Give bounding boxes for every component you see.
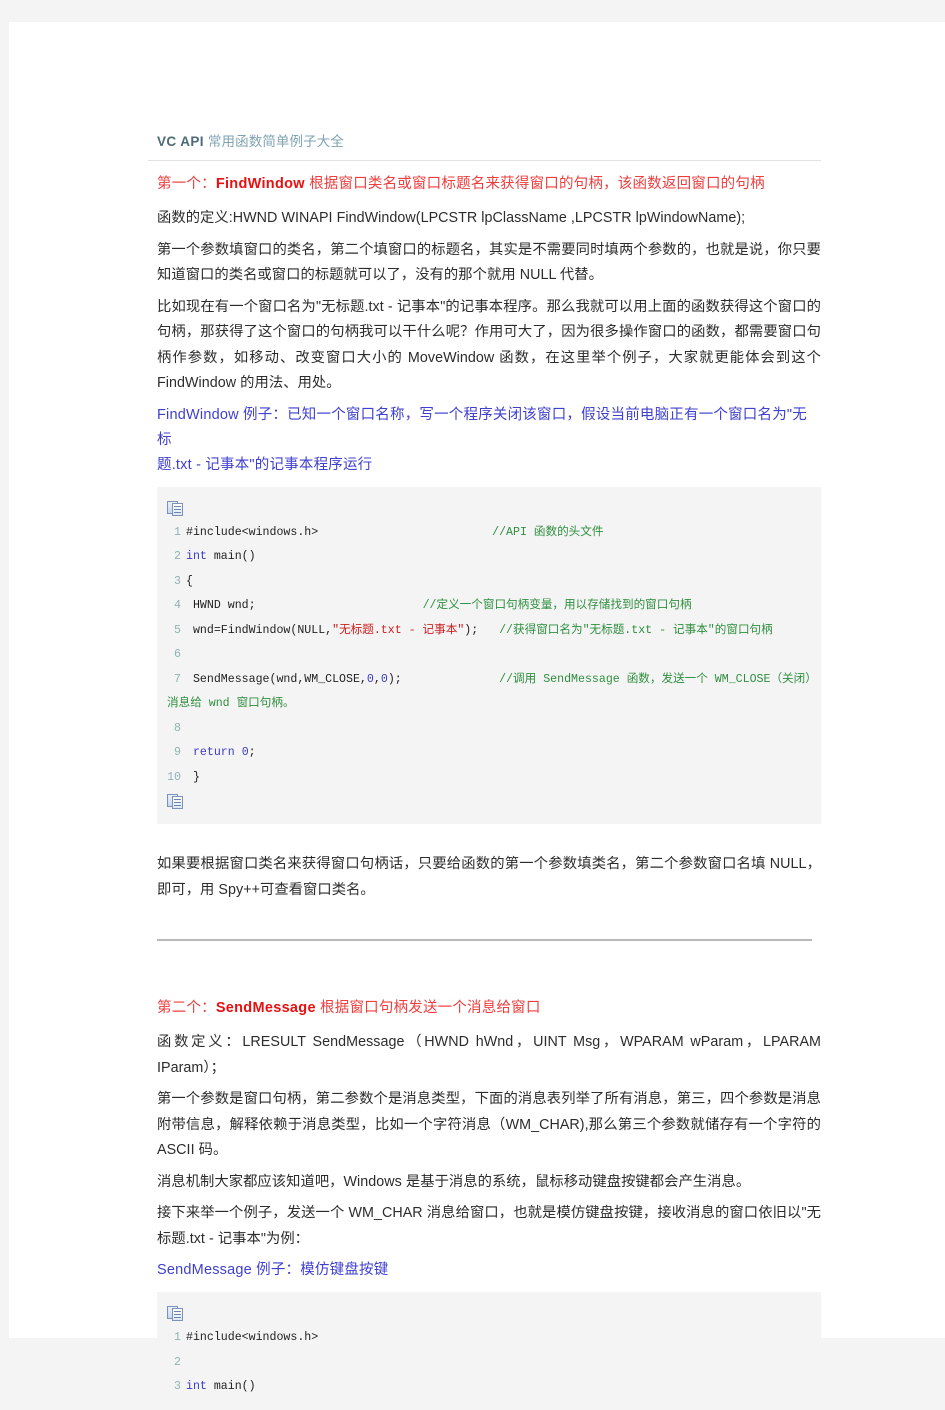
section-heading-api-name: SendMessage: [215, 1000, 316, 1016]
code-line: 2 int main(): [157, 545, 821, 570]
code-line-number: 6: [174, 648, 181, 661]
code-token: 0: [366, 672, 374, 686]
copy-icon: [167, 794, 184, 810]
page-title: VC API 常用函数简单例子大全: [157, 132, 821, 152]
code-line-number: 3: [174, 574, 181, 588]
code-line: 1 #include<windows.h>: [157, 1326, 821, 1351]
code-token: SendMessage(wnd,WM_CLOSE,: [186, 672, 367, 686]
code-token: int: [186, 1380, 207, 1393]
code-line-number: 8: [174, 721, 181, 735]
paragraph-classname-note: 如果要根据窗口类名来获得窗口句柄话，只要给函数的第一个参数填类名，第二个参数窗口…: [157, 856, 821, 898]
paragraph-function-definition: 函数的定义:HWND WINAPI FindWindow(LPCSTR lpCl…: [157, 210, 746, 226]
code-token: return: [192, 746, 235, 759]
section-heading-api-name: FindWindow: [215, 176, 305, 192]
code-line: 6: [157, 643, 821, 668]
section-heading-rest: 根据窗口句柄发送一个消息给窗口: [315, 1000, 541, 1016]
code-line-number: 2: [174, 1355, 181, 1369]
document-content: VC API 常用函数简单例子大全 第一个：FindWindow 根据窗口类名或窗…: [148, 132, 821, 1410]
example-heading-line2: 题.txt - 记事本"的记事本程序运行: [157, 456, 373, 473]
code-line: 8: [157, 717, 821, 742]
paragraph-parameters: 第一个参数填窗口的类名，第二个填窗口的标题名，其实是不需要同时填两个参数的，也就…: [157, 241, 821, 284]
paragraph-sendmessage-definition: 函数定义：LRESULT SendMessage（HWND hWnd，UINT …: [157, 1034, 821, 1076]
code-token: main(): [206, 1380, 256, 1393]
code-line: 5 wnd=FindWindow(NULL,"无标题.txt - 记事本"); …: [157, 619, 821, 644]
code-token: ,: [373, 672, 381, 686]
code-line-number: 3: [174, 1380, 181, 1393]
code-token: "无标题.txt - 记事本": [332, 623, 465, 637]
code-token: );: [464, 623, 500, 637]
code-line-number: 1: [174, 525, 181, 539]
paragraph-wmchar-intro: 接下来举一个例子，发送一个 WM_CHAR 消息给窗口，也就是模仿键盘按键，接收…: [157, 1205, 821, 1247]
section-heading-rest: 根据窗口类名或窗口标题名来获得窗口的句柄，该函数返回窗口的句柄: [304, 176, 765, 192]
code-line: 3 int main(): [157, 1375, 821, 1400]
code-token: {: [186, 574, 193, 588]
paragraph-message-mechanism: 消息机制大家都应该知道吧，Windows 是基于消息的系统，鼠标移动键盘按键都会…: [157, 1173, 751, 1190]
copy-code-top-button[interactable]: [157, 1302, 821, 1326]
code-token: 0: [241, 746, 249, 759]
code-line-number: 9: [174, 746, 181, 759]
code-line: 10 }: [157, 766, 821, 791]
copy-icon: [167, 1306, 184, 1322]
code-token: HWND wnd;: [186, 599, 256, 612]
example-heading-sendmessage: SendMessage 例子：模仿键盘按键: [157, 1262, 389, 1278]
code-line-number: 7: [174, 672, 181, 686]
code-token: #include<windows.h>: [186, 525, 319, 539]
code-token: );: [387, 672, 500, 686]
section-divider: [157, 939, 812, 941]
code-block-sendmessage: 1 #include<windows.h> 2 3 int main(): [157, 1292, 821, 1410]
section-heading-prefix: 第二个：: [157, 1000, 216, 1016]
example-heading-findwindow: FindWindow 例子：已知一个窗口名称，写一个程序关闭该窗口，假设当前电脑…: [157, 403, 821, 478]
page-title-strong: VC API: [157, 134, 204, 149]
copy-icon: [167, 500, 184, 516]
code-line: 7 SendMessage(wnd,WM_CLOSE,0,0); //调用 Se…: [157, 668, 821, 717]
copy-code-bottom-button[interactable]: [157, 790, 821, 814]
section-heading-sendmessage: 第二个：SendMessage 根据窗口句柄发送一个消息给窗口: [157, 997, 821, 1019]
code-lines-container: 1 #include<windows.h> //API 函数的头文件 2 int ma…: [157, 521, 821, 791]
code-line: 3{: [157, 570, 821, 595]
code-token: wnd=FindWindow(NULL,: [186, 623, 333, 637]
code-line-number: 5: [174, 623, 181, 637]
section-heading-findwindow: 第一个：FindWindow 根据窗口类名或窗口标题名来获得窗口的句柄，该函数返…: [157, 173, 821, 195]
paragraph-example-explanation: 比如现在有一个窗口名为"无标题.txt - 记事本"的记事本程序。那么我就可以用…: [157, 298, 821, 392]
page-title-rest: 常用函数简单例子大全: [207, 134, 344, 149]
section-heading-prefix: 第一个：: [157, 176, 216, 192]
code-token: //获得窗口名为"无标题.txt - 记事本"的窗口句柄: [499, 623, 773, 637]
code-line-number: 1: [174, 1331, 181, 1344]
code-line: 4 HWND wnd; //定义一个窗口句柄变量，用以存储找到的窗口句柄: [157, 594, 821, 619]
code-token: ;: [248, 746, 256, 759]
code-token: //定义一个窗口句柄变量，用以存储找到的窗口句柄: [422, 599, 692, 612]
page-sheet: VC API 常用函数简单例子大全 第一个：FindWindow 根据窗口类名或窗…: [9, 22, 945, 1410]
code-token: }: [186, 770, 200, 784]
code-line-number: 10: [167, 770, 181, 784]
copy-code-top-button[interactable]: [157, 497, 821, 521]
code-token: main(): [206, 550, 256, 563]
code-line: 2: [157, 1351, 821, 1376]
code-block-findwindow: 1 #include<windows.h> //API 函数的头文件 2 int ma…: [157, 486, 821, 824]
code-token: int: [186, 550, 207, 563]
title-underline: [148, 160, 821, 161]
code-token: //API 函数的头文件: [492, 525, 604, 539]
code-line-number: 4: [174, 599, 181, 612]
paragraph-sendmessage-parameters: 第一个参数是窗口句柄，第二参数个是消息类型，下面的消息表列举了所有消息，第三，四…: [157, 1091, 821, 1158]
example-heading-line1: FindWindow 例子：已知一个窗口名称，写一个程序关闭该窗口，假设当前电脑…: [157, 406, 807, 448]
code-token: 0: [380, 672, 388, 686]
code-line: 9 return 0;: [157, 741, 821, 766]
code-lines-container: 1 #include<windows.h> 2 3 int main(): [157, 1326, 821, 1400]
code-line-number: 2: [174, 550, 181, 563]
code-line: 1 #include<windows.h> //API 函数的头文件: [157, 521, 821, 546]
